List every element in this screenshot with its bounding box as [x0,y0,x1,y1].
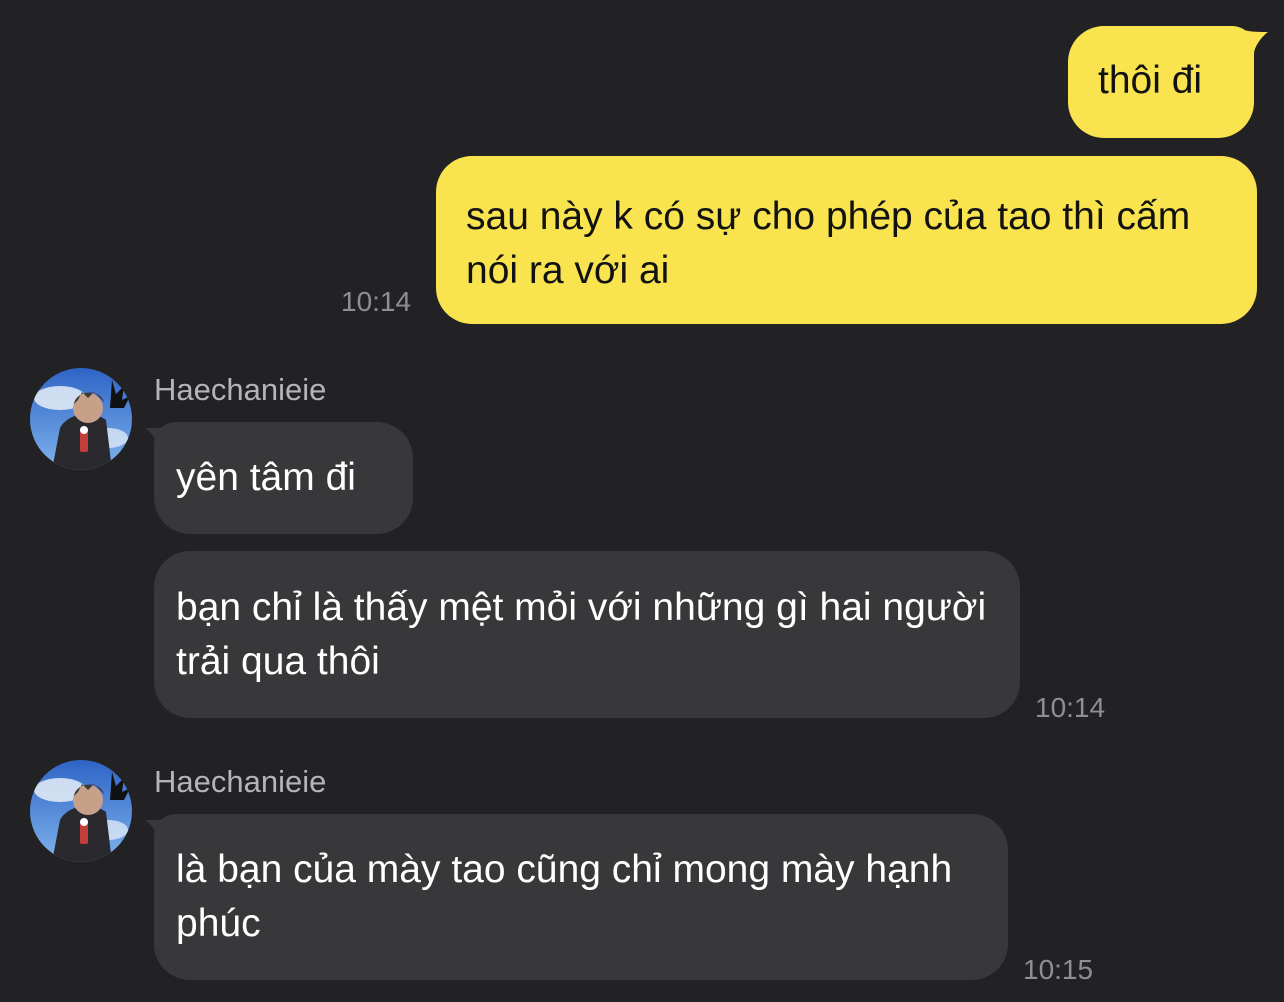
sender-name: Haechanieie [154,764,327,799]
profile-photo-icon [30,368,132,470]
message-timestamp: 10:14 [1035,692,1106,723]
message-text: thôi đi [1098,59,1203,102]
incoming-message-bubble[interactable]: là bạn của mày tao cũng chỉ mong mày hạn… [154,814,1008,980]
sender-name: Haechanieie [154,372,327,407]
outgoing-message-bubble[interactable]: thôi đi [1068,26,1254,138]
message-timestamp: 10:15 [1023,954,1094,985]
profile-photo-icon [30,760,132,862]
message-text: là bạn của mày tao cũng chỉ mong mày hạn… [176,848,953,945]
incoming-message-bubble[interactable]: yên tâm đi [154,422,413,534]
message-text: sau này k có sự cho phép của tao thì cấm… [466,195,1191,292]
outgoing-message-bubble[interactable]: sau này k có sự cho phép của tao thì cấm… [436,156,1257,324]
message-timestamp: 10:14 [341,286,412,317]
contact-avatar[interactable] [30,368,132,470]
message-text: yên tâm đi [176,456,356,499]
contact-avatar[interactable] [30,760,132,862]
message-text: bạn chỉ là thấy mệt mỏi với những gì hai… [176,586,987,683]
incoming-message-bubble[interactable]: bạn chỉ là thấy mệt mỏi với những gì hai… [154,551,1020,718]
